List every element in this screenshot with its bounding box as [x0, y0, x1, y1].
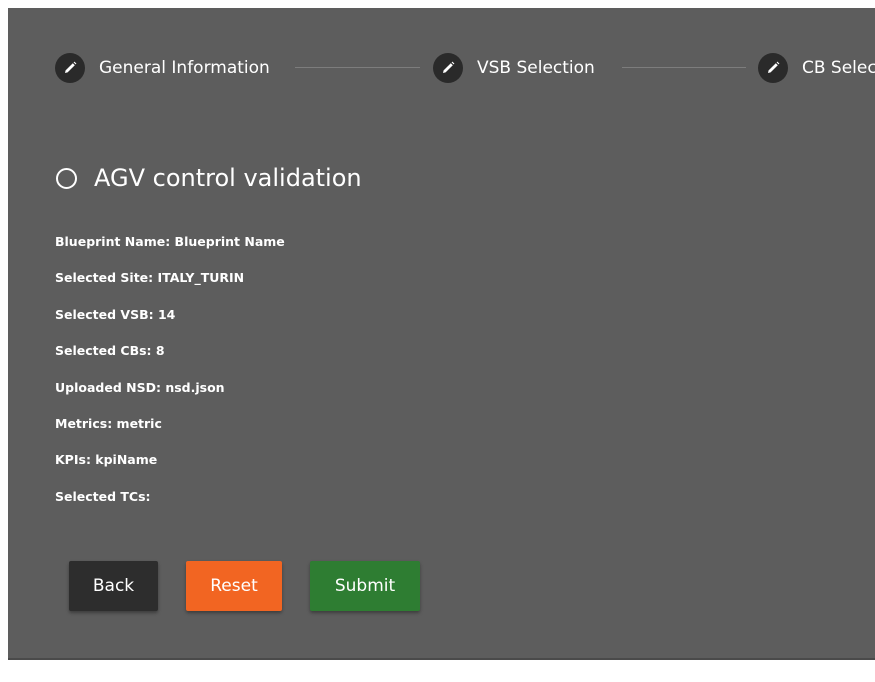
- summary-kpis: KPIs: kpiName: [55, 452, 158, 468]
- step-connector: [295, 67, 420, 68]
- step-vsb-selection[interactable]: VSB Selection: [433, 52, 595, 84]
- summary-selected-cbs: Selected CBs: 8: [55, 343, 165, 359]
- test-case-title: AGV control validation: [94, 164, 362, 192]
- reset-button[interactable]: Reset: [186, 561, 282, 611]
- test-case-row[interactable]: AGV control validation: [56, 163, 362, 193]
- panel-shadow: [8, 658, 875, 660]
- step-label: General Information: [99, 58, 270, 78]
- pencil-icon: [433, 53, 463, 83]
- summary-selected-site: Selected Site: ITALY_TURIN: [55, 270, 245, 286]
- pencil-icon: [758, 53, 788, 83]
- summary-selected-tcs: Selected TCs:: [55, 488, 151, 504]
- step-cb-selection[interactable]: CB Selec: [758, 52, 875, 84]
- submit-button[interactable]: Submit: [310, 561, 420, 611]
- summary-metrics: Metrics: metric: [55, 415, 162, 431]
- step-label: VSB Selection: [477, 58, 595, 78]
- step-connector: [622, 67, 746, 68]
- step-general-information[interactable]: General Information: [55, 52, 270, 84]
- pencil-icon: [55, 53, 85, 83]
- summary-blueprint-name: Blueprint Name: Blueprint Name: [55, 234, 285, 249]
- test-case-radio[interactable]: [56, 167, 77, 189]
- summary-uploaded-nsd: Uploaded NSD: nsd.json: [55, 379, 225, 395]
- back-button[interactable]: Back: [69, 561, 158, 611]
- summary-selected-vsb: Selected VSB: 14: [55, 306, 176, 322]
- step-label: CB Selec: [802, 58, 875, 78]
- summary-list: Blueprint Name: Blueprint Name Selected …: [55, 233, 285, 524]
